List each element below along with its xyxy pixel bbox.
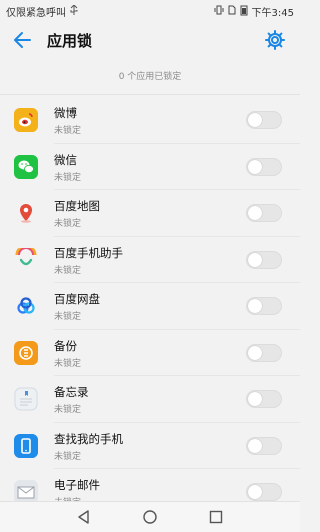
app-row-find-phone[interactable]: 查找我的手机 未锁定 [0,423,300,469]
lock-status: 未锁定 [54,265,82,276]
memo-icon [14,387,38,411]
toggle-knob [248,485,262,499]
app-name: 百度网盘 [54,292,100,306]
status-right: 下午3:45 [214,4,294,19]
lock-toggle[interactable] [246,157,282,176]
baidu-assistant-icon [14,247,38,272]
toggle-knob [248,299,262,313]
usb-icon [70,4,78,18]
lock-status: 未锁定 [54,219,82,229]
app-name: 百度手机助手 [54,245,123,260]
lock-status: 未锁定 [54,405,82,415]
app-row-wechat[interactable]: 微信 未锁定 [0,144,300,190]
vibrate-icon [214,5,224,18]
toggle-knob [248,206,262,220]
status-time: 下午3:45 [251,8,294,19]
status-left: 仅限紧急呼叫 [6,4,78,19]
app-row-baidu-netdisk[interactable]: 百度网盘 未锁定 [0,283,300,330]
app-name: 备份 [54,338,77,353]
app-row-backup[interactable]: 备份 未锁定 [0,330,300,376]
baidu-netdisk-icon [14,294,38,318]
battery-icon [240,5,248,19]
nav-back-icon[interactable] [76,509,92,525]
lock-status: 未锁定 [54,451,82,462]
wechat-icon [14,154,38,179]
lock-toggle[interactable] [246,204,282,222]
toggle-knob [248,345,262,360]
nav-home-icon[interactable] [142,509,158,525]
lock-toggle[interactable] [246,390,282,408]
app-row-weibo[interactable]: 微博 未锁定 [0,97,300,144]
app-name: 备忘录 [54,385,89,399]
lock-status: 未锁定 [54,126,82,136]
lock-status: 未锁定 [54,312,82,322]
baidu-map-icon [14,201,38,225]
sim-icon [228,5,236,18]
app-name: 微博 [54,106,77,120]
app-name: 电子邮件 [54,478,100,492]
app-name: 微信 [54,152,77,167]
gear-icon[interactable] [264,29,286,51]
lock-toggle[interactable] [246,436,282,455]
app-name: 查找我的手机 [54,431,123,446]
lock-toggle[interactable] [246,483,282,501]
lock-toggle[interactable] [246,250,282,269]
app-row-baidu-assistant[interactable]: 百度手机助手 未锁定 [0,237,300,283]
nav-recents-icon[interactable] [208,509,224,525]
system-nav-bar [0,501,300,532]
backup-icon [14,340,38,365]
toggle-knob [248,392,262,406]
toggle-knob [248,113,262,127]
carrier-status-text: 仅限紧急呼叫 [6,8,66,19]
lock-count-label: 0 个应用已锁定 [118,72,182,82]
find-phone-icon [14,433,38,458]
page-title: 应用锁 [47,32,93,50]
app-bar: 应用锁 [0,20,300,60]
status-bar: 仅限紧急呼叫 下午3:45 [0,0,300,20]
lock-status: 未锁定 [54,172,82,183]
weibo-icon [14,108,38,132]
lock-toggle[interactable] [246,343,282,362]
app-name: 百度地图 [54,199,100,213]
toggle-knob [248,438,262,453]
app-row-memo[interactable]: 备忘录 未锁定 [0,376,300,423]
lock-toggle[interactable] [246,111,282,129]
app-list: 微博 未锁定 微信 未锁定 百度地图 未锁定 百度手机助手 未锁定 百度网盘 未… [0,97,300,516]
back-arrow-icon[interactable] [12,29,34,51]
divider [0,94,300,95]
lock-toggle[interactable] [246,297,282,315]
lock-status: 未锁定 [54,358,82,369]
toggle-knob [248,159,262,174]
toggle-knob [248,252,262,267]
app-row-baidu-map[interactable]: 百度地图 未锁定 [0,190,300,237]
